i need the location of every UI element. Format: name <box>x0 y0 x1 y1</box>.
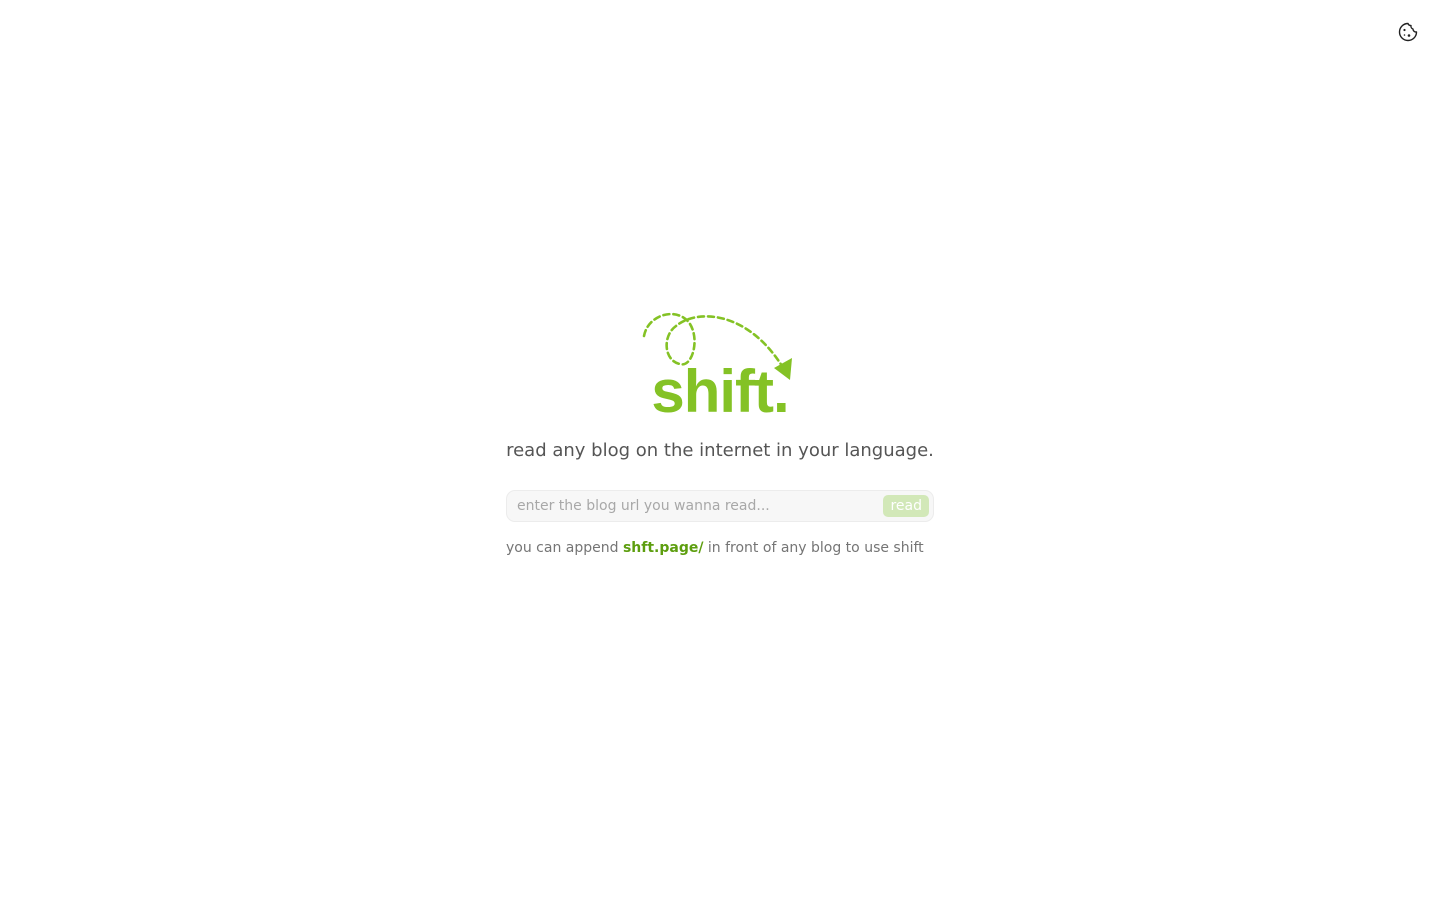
hint-text: you can append shft.page/ in front of an… <box>506 538 934 558</box>
hint-prefix: you can append <box>506 540 619 556</box>
page: shift. read any blog on the internet in … <box>0 0 1440 900</box>
logo: shift. <box>620 306 820 432</box>
shft-page-link[interactable]: shft.page/ <box>623 540 704 556</box>
url-search-form: read <box>506 490 934 522</box>
logo-text: shift. <box>651 358 789 425</box>
tagline: read any blog on the internet in your la… <box>506 440 934 461</box>
hint-suffix: in front of any blog to use shift <box>707 540 924 556</box>
hero: shift. read any blog on the internet in … <box>506 306 934 558</box>
blog-url-input[interactable] <box>507 491 877 521</box>
read-button[interactable]: read <box>883 495 929 517</box>
cookie-icon[interactable] <box>1397 21 1419 43</box>
